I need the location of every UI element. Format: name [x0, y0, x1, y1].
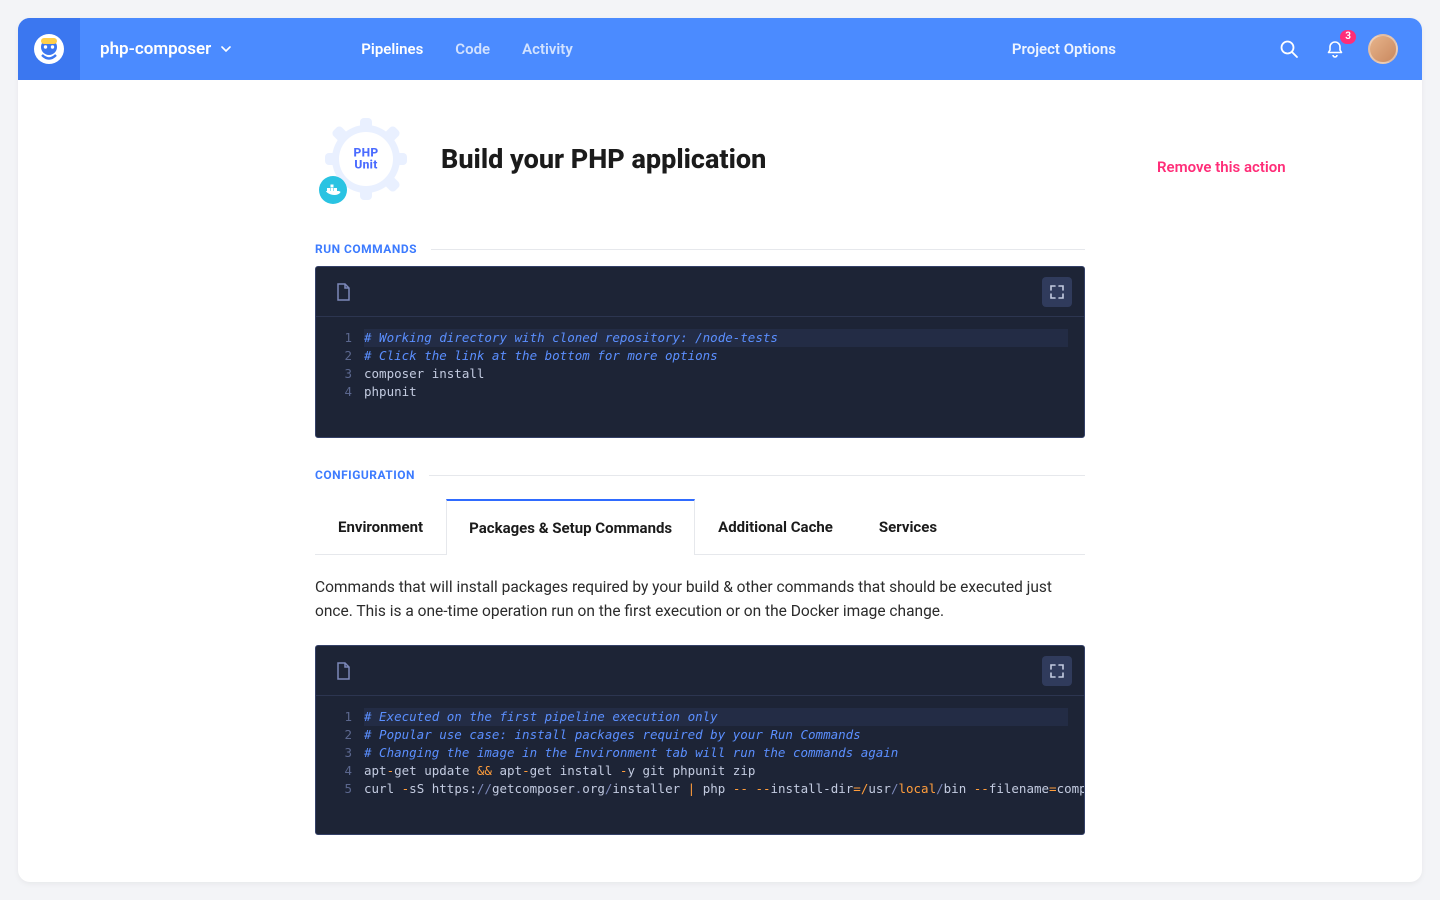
editor-expand-button[interactable] [1042, 277, 1072, 307]
search-icon [1279, 39, 1299, 59]
section-run-commands: RUN COMMANDS [315, 242, 1085, 266]
action-logo: PHP Unit [323, 116, 409, 202]
search-button[interactable] [1276, 36, 1302, 62]
notifications-button[interactable]: 3 [1322, 36, 1348, 62]
nav-code[interactable]: Code [455, 40, 490, 58]
tab-services[interactable]: Services [856, 499, 960, 555]
project-selector[interactable]: php-composer [80, 39, 251, 59]
config-tabs: Environment Packages & Setup Commands Ad… [315, 498, 1085, 555]
section-configuration: CONFIGURATION [315, 468, 1085, 492]
editor-file-button[interactable] [328, 277, 358, 307]
user-avatar[interactable] [1368, 34, 1398, 64]
tab-description: Commands that will install packages requ… [315, 555, 1085, 645]
nav-activity[interactable]: Activity [522, 40, 573, 58]
editor-file-button[interactable] [328, 656, 358, 686]
section-label-text: RUN COMMANDS [315, 242, 417, 256]
chevron-down-icon [221, 46, 231, 52]
file-icon [335, 662, 351, 680]
expand-icon [1049, 663, 1065, 679]
file-icon [335, 283, 351, 301]
app-header: php-composer Pipelines Code Activity Pro… [18, 18, 1422, 80]
project-name: php-composer [100, 39, 211, 59]
side-column: Remove this action [1125, 80, 1286, 882]
logo-line2: Unit [354, 158, 379, 171]
editor-expand-button[interactable] [1042, 656, 1072, 686]
nav-pipelines[interactable]: Pipelines [361, 40, 423, 58]
section-label-text: CONFIGURATION [315, 468, 415, 482]
expand-icon [1049, 284, 1065, 300]
tab-cache[interactable]: Additional Cache [695, 499, 856, 555]
home-logo[interactable] [18, 18, 80, 80]
tab-packages[interactable]: Packages & Setup Commands [446, 499, 695, 555]
main-content: PHP Unit Build your PHP application RUN … [315, 80, 1125, 882]
notifications-badge: 3 [1340, 30, 1356, 44]
main-nav: Pipelines Code Activity [361, 40, 572, 58]
page-title: Build your PHP application [441, 143, 766, 175]
project-options[interactable]: Project Options [1012, 40, 1116, 58]
setup-commands-editor[interactable]: 12345# Executed on the first pipeline ex… [315, 645, 1085, 835]
docker-icon [325, 184, 341, 196]
run-commands-editor[interactable]: 1234# Working directory with cloned repo… [315, 266, 1085, 438]
tab-environment[interactable]: Environment [315, 499, 446, 555]
docker-badge [319, 176, 347, 204]
buddy-logo-icon [32, 32, 66, 66]
remove-action-link[interactable]: Remove this action [1157, 158, 1286, 176]
